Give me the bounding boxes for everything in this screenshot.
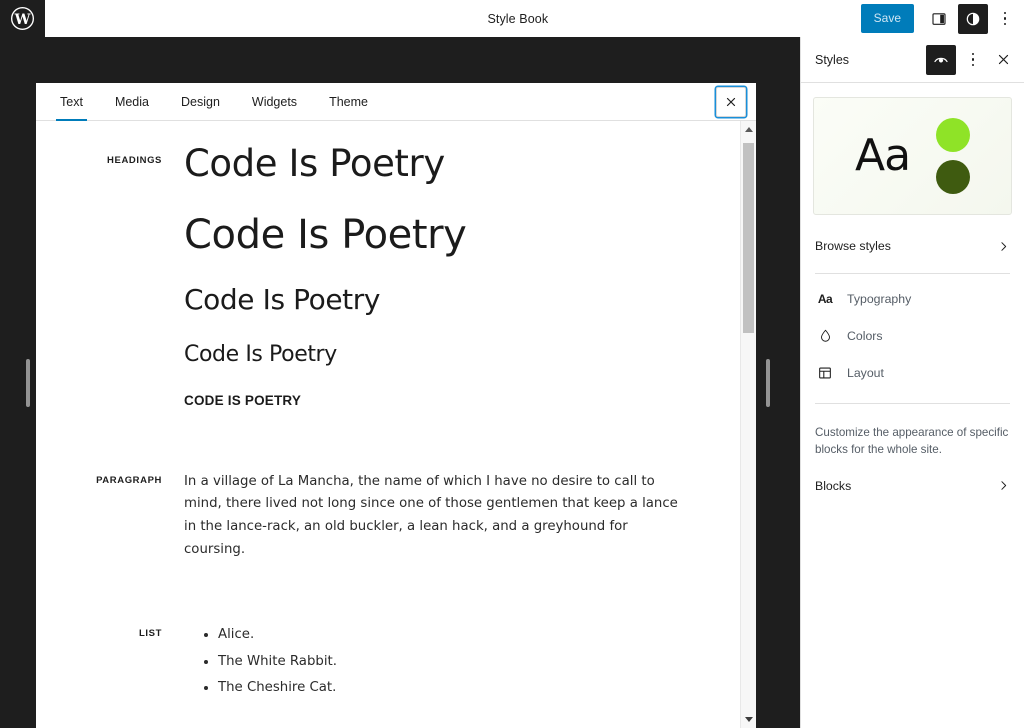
tab-theme[interactable]: Theme xyxy=(313,83,384,120)
sidebar-item-label: Colors xyxy=(847,329,883,343)
chevron-right-icon xyxy=(996,479,1010,493)
sidebar-item-typography[interactable]: Aa Typography xyxy=(801,280,1024,317)
section-headings: Headings Code Is Poetry Code Is Poetry C… xyxy=(36,143,740,413)
header-actions: Save xyxy=(861,0,1024,37)
preview-sample-text: Aa xyxy=(855,134,910,178)
list-item: Alice. xyxy=(218,624,716,646)
heading-h1: Code Is Poetry xyxy=(184,143,716,186)
close-style-book-button[interactable] xyxy=(716,87,746,117)
svg-text:W: W xyxy=(14,12,31,28)
section-paragraph: Paragraph In a village of La Mancha, the… xyxy=(36,471,740,562)
list-examples: Alice. The White Rabbit. The Cheshire Ca… xyxy=(184,624,716,704)
style-book-tabs: Text Media Design Widgets Theme xyxy=(36,83,756,121)
list-item: The Cheshire Cat. xyxy=(218,677,716,699)
blocks-link[interactable]: Blocks xyxy=(801,465,1024,507)
blocks-link-label: Blocks xyxy=(815,479,996,493)
swatch-dark xyxy=(936,160,970,194)
tab-widgets[interactable]: Widgets xyxy=(236,83,313,120)
divider xyxy=(815,403,1010,404)
sidebar-item-label: Typography xyxy=(847,292,911,306)
vertical-dots-icon[interactable] xyxy=(992,4,1018,34)
styles-sidebar: Styles xyxy=(800,37,1024,728)
section-label-paragraph: Paragraph xyxy=(36,471,184,486)
sidebar-item-label: Layout xyxy=(847,366,884,380)
browse-styles-label: Browse styles xyxy=(815,239,996,253)
style-book-scrollbar[interactable] xyxy=(740,121,756,728)
section-label-list: List xyxy=(36,624,184,639)
preview-swatches xyxy=(936,118,970,194)
style-book-eye-icon[interactable] xyxy=(926,45,956,75)
styles-panel-title: Styles xyxy=(815,53,925,67)
section-label-headings: Headings xyxy=(36,143,184,166)
typography-aa-icon: Aa xyxy=(815,289,835,309)
styles-sidebar-header: Styles xyxy=(801,37,1024,83)
chevron-right-icon xyxy=(996,239,1010,253)
style-book-panel: Text Media Design Widgets Theme xyxy=(36,83,756,728)
close-icon xyxy=(724,95,738,109)
style-preview-card[interactable]: Aa xyxy=(813,97,1012,215)
tab-design[interactable]: Design xyxy=(165,83,236,120)
browse-styles-link[interactable]: Browse styles xyxy=(801,225,1024,267)
layout-grid-icon xyxy=(815,363,835,383)
tab-text[interactable]: Text xyxy=(44,83,99,120)
sidebar-panel-icon[interactable] xyxy=(924,4,954,34)
tab-media[interactable]: Media xyxy=(99,83,165,120)
page-title: Style Book xyxy=(45,12,861,26)
editor-app: W Style Book Save xyxy=(0,0,1024,728)
heading-h4: Code Is Poetry xyxy=(184,342,716,367)
editor-canvas: Text Media Design Widgets Theme xyxy=(0,37,800,728)
paragraph-examples: In a village of La Mancha, the name of w… xyxy=(184,471,716,562)
bullet-list: Alice. The White Rabbit. The Cheshire Ca… xyxy=(196,624,716,699)
editor-body: Text Media Design Widgets Theme xyxy=(0,37,1024,728)
sidebar-item-colors[interactable]: Colors xyxy=(801,317,1024,354)
editor-header: W Style Book Save xyxy=(0,0,1024,37)
paragraph-sample: In a village of La Mancha, the name of w… xyxy=(184,471,689,562)
scrollbar-thumb[interactable] xyxy=(743,143,754,333)
vertical-dots-icon[interactable] xyxy=(957,45,987,75)
blocks-help-text: Customize the appearance of specific blo… xyxy=(801,410,1024,465)
save-button[interactable]: Save xyxy=(861,4,914,33)
scroll-down-arrow-icon[interactable] xyxy=(741,711,756,728)
contrast-styles-icon[interactable] xyxy=(958,4,988,34)
headings-examples: Code Is Poetry Code Is Poetry Code Is Po… xyxy=(184,143,716,413)
list-item: The White Rabbit. xyxy=(218,651,716,673)
wordpress-logo-icon[interactable]: W xyxy=(0,0,45,37)
close-icon[interactable] xyxy=(988,45,1018,75)
style-book-body: Headings Code Is Poetry Code Is Poetry C… xyxy=(36,121,756,728)
section-list: List Alice. The White Rabbit. The Cheshi… xyxy=(36,624,740,704)
scroll-up-arrow-icon[interactable] xyxy=(741,121,756,138)
heading-h3: Code Is Poetry xyxy=(184,284,716,316)
sidebar-item-layout[interactable]: Layout xyxy=(801,354,1024,391)
heading-h5: CODE IS POETRY xyxy=(184,393,716,409)
resize-handle-left[interactable] xyxy=(26,359,30,407)
heading-h2: Code Is Poetry xyxy=(184,212,716,258)
sidebar-spacer xyxy=(801,507,1024,728)
color-droplet-icon xyxy=(815,326,835,346)
divider xyxy=(815,273,1010,274)
resize-handle-right[interactable] xyxy=(766,359,770,407)
swatch-light xyxy=(936,118,970,152)
style-book-content: Headings Code Is Poetry Code Is Poetry C… xyxy=(36,121,740,728)
